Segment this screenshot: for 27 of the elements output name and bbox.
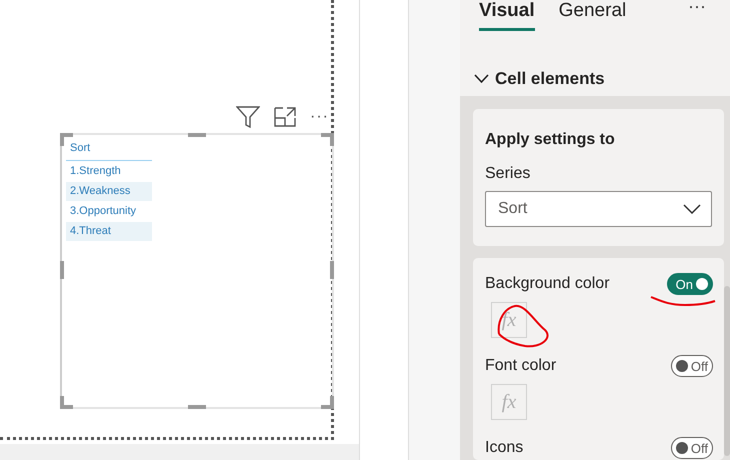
setting-label: Font color — [485, 357, 556, 375]
column-header: Sort — [66, 142, 152, 161]
table-cell-text: 1.Strength — [69, 164, 122, 179]
card-title: Apply settings to — [485, 131, 616, 149]
horizontal-scrollbar[interactable] — [0, 444, 359, 460]
table-cell-text: 3.Opportunity — [69, 204, 138, 219]
table-visual[interactable]: Sort 1.Strength 2.Weakness 3.Opportunity 4.Threat — [60, 133, 334, 409]
toggle-switch[interactable]: On — [666, 273, 713, 295]
setting-label: Icons — [485, 439, 524, 457]
scrollbar-thumb[interactable] — [724, 286, 730, 456]
pane-tab[interactable]: Visual — [479, 0, 535, 31]
filter-icon[interactable] — [236, 106, 260, 128]
table-cell: 4.Threat — [66, 222, 152, 241]
field-label: Series — [485, 165, 532, 183]
toggle-switch[interactable]: Off — [670, 437, 713, 459]
section-header[interactable]: Cell elements — [460, 40, 730, 89]
setting-label: Background color — [485, 275, 610, 293]
pane-tab[interactable]: General — [558, 0, 626, 31]
more-options-button[interactable]: ··· — [688, 0, 706, 17]
focus-mode-icon[interactable] — [274, 107, 296, 127]
toggle-switch[interactable]: Off — [670, 355, 713, 377]
more-options-button[interactable]: ··· — [310, 108, 329, 126]
hand-drawn-underline — [649, 295, 717, 309]
series-dropdown[interactable]: Sort — [485, 191, 712, 227]
table-cell: 2.Weakness — [66, 182, 152, 201]
chevron-icon — [683, 204, 701, 214]
chevron-icon — [474, 74, 489, 84]
